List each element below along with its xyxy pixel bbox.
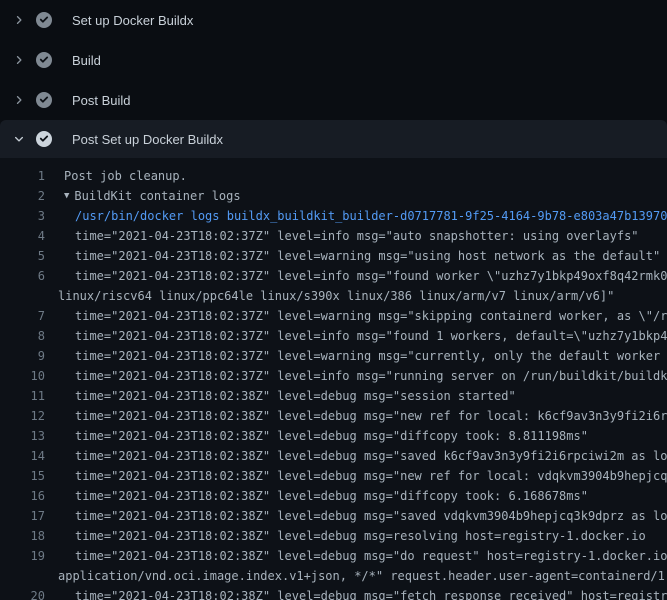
log-line-number[interactable]: 20: [0, 589, 45, 600]
log-line-text: time="2021-04-23T18:02:37Z" level=warnin…: [75, 249, 660, 263]
log-line-text: time="2021-04-23T18:02:38Z" level=debug …: [75, 589, 667, 600]
log-line-number[interactable]: 4: [0, 229, 45, 243]
log-line-number[interactable]: 7: [0, 309, 45, 323]
log-line-text: time="2021-04-23T18:02:37Z" level=warnin…: [75, 309, 667, 323]
log-line: 16 time="2021-04-23T18:02:38Z" level=deb…: [0, 486, 667, 506]
log-line-text: time="2021-04-23T18:02:38Z" level=debug …: [75, 409, 667, 423]
log-line: 9 time="2021-04-23T18:02:37Z" level=warn…: [0, 346, 667, 366]
group-collapse-triangle-icon[interactable]: ▼: [64, 191, 69, 201]
chevron-right-icon: [11, 12, 27, 28]
log-line: 13 time="2021-04-23T18:02:38Z" level=deb…: [0, 426, 667, 446]
log-line-text: time="2021-04-23T18:02:37Z" level=info m…: [75, 229, 639, 243]
log-line: 6 time="2021-04-23T18:02:37Z" level=info…: [0, 266, 667, 286]
log-line-number[interactable]: 11: [0, 389, 45, 403]
log-line: 19 time="2021-04-23T18:02:38Z" level=deb…: [0, 546, 667, 566]
log-line-text: time="2021-04-23T18:02:38Z" level=debug …: [75, 389, 516, 403]
log-line: 14 time="2021-04-23T18:02:38Z" level=deb…: [0, 446, 667, 466]
check-circle-icon: [36, 131, 52, 147]
log-line: 10 time="2021-04-23T18:02:37Z" level=inf…: [0, 366, 667, 386]
log-line: 18 time="2021-04-23T18:02:38Z" level=deb…: [0, 526, 667, 546]
log-line-number[interactable]: 1: [0, 169, 45, 183]
log-line-text: time="2021-04-23T18:02:38Z" level=debug …: [75, 509, 667, 523]
chevron-down-icon: [11, 131, 27, 147]
step-label: Set up Docker Buildx: [72, 13, 193, 28]
log-line-number[interactable]: 3: [0, 209, 45, 223]
check-circle-icon: [36, 12, 52, 28]
log-line-text: time="2021-04-23T18:02:38Z" level=debug …: [75, 449, 667, 463]
log-line: 17 time="2021-04-23T18:02:38Z" level=deb…: [0, 506, 667, 526]
log-line-text: /usr/bin/docker logs buildx_buildkit_bui…: [75, 209, 667, 223]
log-line: linux/riscv64 linux/ppc64le linux/s390x …: [0, 286, 667, 306]
log-line-number[interactable]: 12: [0, 409, 45, 423]
log-line: 12 time="2021-04-23T18:02:38Z" level=deb…: [0, 406, 667, 426]
log-line-number[interactable]: 13: [0, 429, 45, 443]
step-row[interactable]: Build: [0, 40, 667, 80]
log-line-number[interactable]: 15: [0, 469, 45, 483]
log-line-text: application/vnd.oci.image.index.v1+json,…: [58, 569, 667, 583]
log-line: 3 /usr/bin/docker logs buildx_buildkit_b…: [0, 206, 667, 226]
log-line-number[interactable]: 5: [0, 249, 45, 263]
log-line: 15 time="2021-04-23T18:02:38Z" level=deb…: [0, 466, 667, 486]
log-line-text: time="2021-04-23T18:02:38Z" level=debug …: [75, 469, 667, 483]
log-line-text: time="2021-04-23T18:02:37Z" level=warnin…: [75, 349, 667, 363]
log-group-toggle[interactable]: BuildKit container logs: [74, 189, 240, 203]
log-line: 5 time="2021-04-23T18:02:37Z" level=warn…: [0, 246, 667, 266]
log-line-number[interactable]: 17: [0, 509, 45, 523]
log-line-number[interactable]: 18: [0, 529, 45, 543]
log-line-number[interactable]: 2: [0, 189, 45, 203]
check-circle-icon: [36, 92, 52, 108]
log-line-text: Post job cleanup.: [64, 169, 187, 183]
log-line-number[interactable]: 6: [0, 269, 45, 283]
chevron-right-icon: [11, 92, 27, 108]
log-line-text: time="2021-04-23T18:02:38Z" level=debug …: [75, 429, 588, 443]
log-line: 8 time="2021-04-23T18:02:37Z" level=info…: [0, 326, 667, 346]
step-label: Post Build: [72, 93, 131, 108]
log-line-text: time="2021-04-23T18:02:38Z" level=debug …: [75, 489, 588, 503]
log-line-number[interactable]: 19: [0, 549, 45, 563]
log-line-text: time="2021-04-23T18:02:37Z" level=info m…: [75, 369, 667, 383]
chevron-right-icon: [11, 52, 27, 68]
log-line-text: time="2021-04-23T18:02:38Z" level=debug …: [75, 529, 646, 543]
log-line-text: time="2021-04-23T18:02:38Z" level=debug …: [75, 549, 667, 563]
step-row[interactable]: Post Build: [0, 80, 667, 120]
step-label: Post Set up Docker Buildx: [72, 132, 223, 147]
log-line-number[interactable]: 14: [0, 449, 45, 463]
log-line-text: time="2021-04-23T18:02:37Z" level=info m…: [75, 269, 667, 283]
log-line: 20 time="2021-04-23T18:02:38Z" level=deb…: [0, 586, 667, 600]
log-output: 1 Post job cleanup. 2 ▼ BuildKit containe…: [0, 158, 667, 600]
log-line: 7 time="2021-04-23T18:02:37Z" level=warn…: [0, 306, 667, 326]
log-line-number[interactable]: 8: [0, 329, 45, 343]
step-row[interactable]: Set up Docker Buildx: [0, 0, 667, 40]
log-line: application/vnd.oci.image.index.v1+json,…: [0, 566, 667, 586]
log-line-number[interactable]: 16: [0, 489, 45, 503]
check-circle-icon: [36, 52, 52, 68]
actions-log-viewer: Set up Docker Buildx Build Post Build Po…: [0, 0, 667, 600]
log-line: 11 time="2021-04-23T18:02:38Z" level=deb…: [0, 386, 667, 406]
log-line: 2 ▼ BuildKit container logs: [0, 186, 667, 206]
log-line-number[interactable]: 9: [0, 349, 45, 363]
expanded-step-section: Post Set up Docker Buildx 1 Post job cle…: [0, 120, 667, 600]
step-header-post-set-up-docker-buildx[interactable]: Post Set up Docker Buildx: [0, 120, 667, 158]
log-line-text: time="2021-04-23T18:02:37Z" level=info m…: [75, 329, 667, 343]
steps-list: Set up Docker Buildx Build Post Build: [0, 0, 667, 120]
step-label: Build: [72, 53, 101, 68]
log-line-text: linux/riscv64 linux/ppc64le linux/s390x …: [58, 289, 614, 303]
log-line: 4 time="2021-04-23T18:02:37Z" level=info…: [0, 226, 667, 246]
log-line: 1 Post job cleanup.: [0, 166, 667, 186]
log-line-number[interactable]: 10: [0, 369, 45, 383]
